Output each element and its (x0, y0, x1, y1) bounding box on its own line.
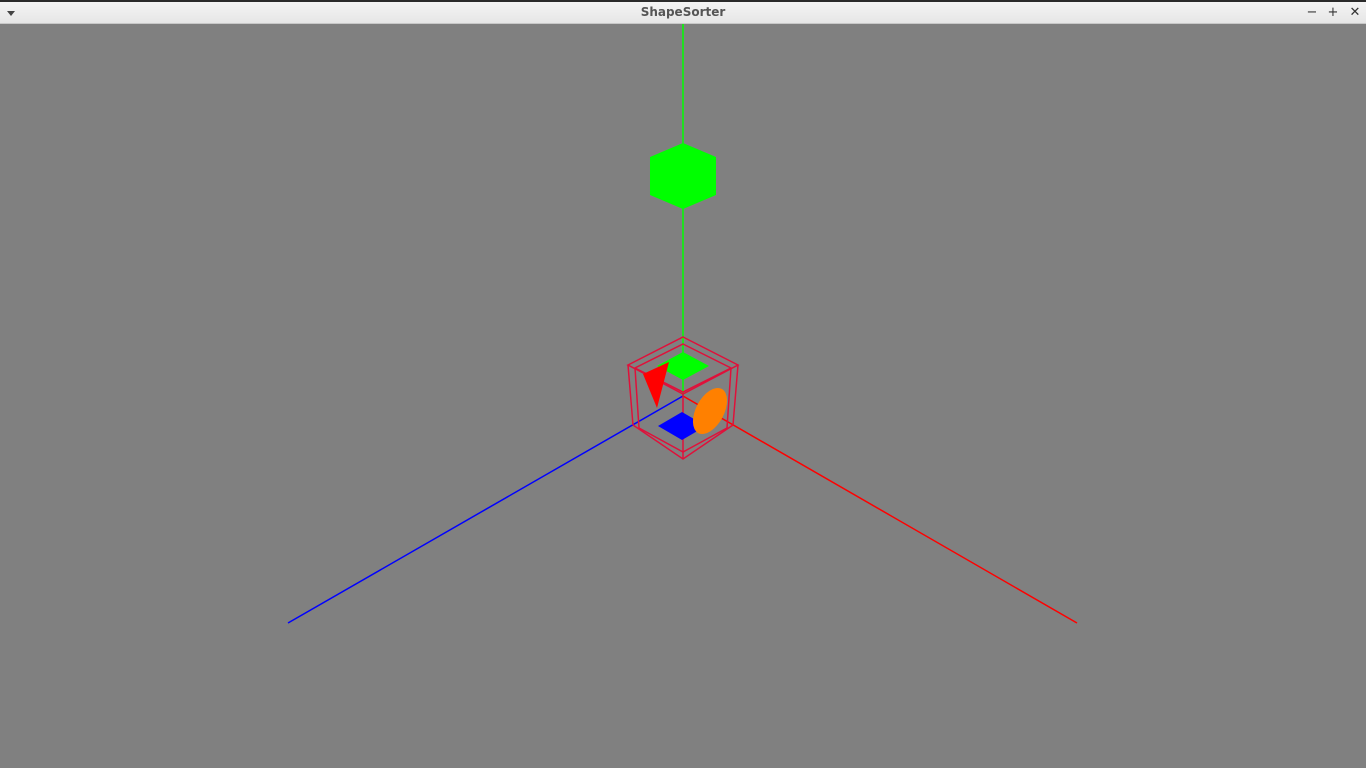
x-axis-line (682, 395, 1078, 624)
sorter-box-left-edge (627, 364, 634, 426)
title-bar[interactable]: ShapeSorter − + ✕ (0, 0, 1366, 24)
z-axis-line (287, 395, 684, 624)
sorter-box-inner-right-edge (726, 367, 732, 429)
sorter-box-inner-left-edge (634, 367, 640, 429)
window-title: ShapeSorter (640, 5, 726, 19)
app-window: ShapeSorter − + ✕ (0, 0, 1366, 768)
sorter-box-right-edge (732, 364, 739, 426)
maximize-button[interactable]: + (1325, 5, 1341, 21)
3d-viewport[interactable] (0, 24, 1366, 768)
scene-canvas[interactable] (0, 24, 1366, 768)
held-cube-shape[interactable] (650, 143, 716, 209)
minimize-button[interactable]: − (1304, 5, 1320, 21)
close-button[interactable]: ✕ (1347, 5, 1363, 21)
